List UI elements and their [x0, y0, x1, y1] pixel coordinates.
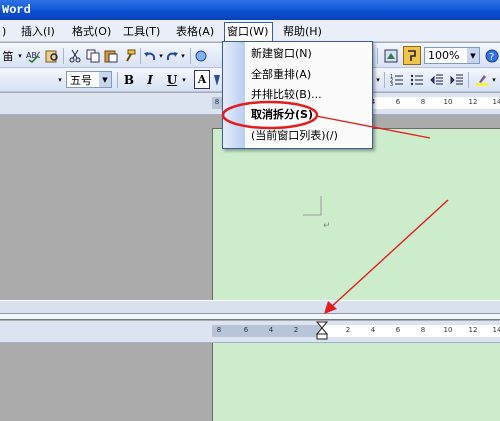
ruler-tick-label: 6 — [395, 326, 401, 334]
underline-button[interactable]: U — [165, 71, 179, 89]
window-menu-dropdown: 新建窗口(N) 全部重排(A) 并排比较(B)... 取消拆分(S) (当前窗口… — [222, 41, 373, 149]
svg-text:ABC: ABC — [26, 51, 40, 60]
undo-icon[interactable] — [143, 47, 157, 65]
dropdown-arrow-icon[interactable]: ▾ — [16, 47, 24, 65]
redo-icon[interactable] — [165, 47, 179, 65]
zoom-combo[interactable]: 100% ▼ — [424, 47, 480, 64]
horizontal-ruler-bottom[interactable]: 8 6 4 2 2 4 6 8 10 12 14 — [0, 321, 500, 343]
bullets-icon[interactable] — [409, 71, 425, 89]
window-title: Word — [2, 3, 31, 17]
italic-button[interactable]: I — [143, 71, 157, 89]
ruler-tick-label: 14 — [492, 98, 500, 106]
menu-format[interactable]: 格式(O) — [70, 23, 113, 40]
svg-text:3: 3 — [390, 82, 393, 87]
svg-text:?: ? — [489, 52, 494, 63]
menu-bar: ) 插入(I) 格式(O) 工具(T) 表格(A) 窗口(W) 帮助(H) — [0, 20, 500, 42]
chevron-down-icon[interactable]: ▼ — [467, 48, 479, 63]
help-icon[interactable]: ? — [484, 47, 500, 65]
title-bar: Word — [0, 0, 500, 20]
menu-insert[interactable]: 插入(I) — [19, 23, 57, 40]
indent-marker-icon[interactable] — [316, 321, 328, 341]
zoom-value: 100% — [428, 49, 460, 62]
paragraph-mark: ↵ — [323, 221, 331, 231]
ruler-tick-label: 8 — [216, 326, 222, 334]
cut-icon[interactable] — [67, 47, 83, 65]
ruler-tick-label: 10 — [443, 98, 453, 106]
menu-tools[interactable]: 工具(T) — [121, 23, 162, 40]
bold-button[interactable]: B — [122, 71, 136, 89]
spell-check-icon[interactable]: ABC — [25, 47, 41, 65]
ruler-tick-label: 8 — [214, 98, 220, 106]
menu-item-remove-split[interactable]: 取消拆分(S) — [251, 106, 313, 124]
ruler-tick-label: 8 — [420, 326, 426, 334]
doc-map-icon[interactable] — [403, 46, 421, 65]
undo-dropdown-icon[interactable]: ▾ — [157, 47, 165, 65]
menu-gutter — [223, 42, 245, 148]
menu-item-compare-side-by-side[interactable]: 并排比较(B)... — [251, 86, 322, 104]
font-size-value: 五号 — [70, 73, 92, 87]
numbering-icon[interactable]: 123 — [389, 71, 405, 89]
redo-dropdown-icon[interactable]: ▾ — [179, 47, 187, 65]
ruler-tick-label: 6 — [395, 98, 401, 106]
hyperlink-icon[interactable] — [194, 47, 208, 65]
ruler-tick-label: 8 — [420, 98, 426, 106]
ruler-tick-label: 14 — [492, 326, 500, 334]
ruler-tick-label: 4 — [268, 326, 274, 334]
underline-dropdown-icon[interactable]: ▾ — [180, 71, 188, 89]
menu-item-new-window[interactable]: 新建窗口(N) — [251, 45, 312, 63]
menu-window[interactable]: 窗口(W) — [224, 22, 273, 42]
increase-indent-icon[interactable] — [449, 71, 465, 89]
menu-item-window-list[interactable]: (当前窗口列表)(/) — [251, 127, 338, 145]
menu-edit[interactable]: ) — [0, 23, 8, 40]
research-icon[interactable] — [44, 47, 60, 65]
toolbar-glyph[interactable]: 笛 — [0, 47, 16, 65]
chevron-down-icon[interactable]: ▼ — [99, 72, 111, 87]
split-bar[interactable] — [0, 300, 500, 314]
font-dropdown-arrow-icon[interactable]: ▾ — [56, 71, 64, 89]
format-painter-icon[interactable] — [121, 47, 137, 65]
split-divider[interactable] — [0, 314, 500, 320]
ruler-tick-label: 12 — [468, 326, 478, 334]
highlight-dropdown-icon[interactable]: ▾ — [490, 71, 498, 89]
highlight-icon[interactable] — [474, 71, 490, 89]
font-size-combo[interactable]: 五号 ▼ — [66, 71, 112, 88]
margin-corner-mark — [303, 196, 322, 216]
ruler-tick-label: 6 — [243, 326, 249, 334]
drawing-icon[interactable] — [383, 47, 399, 65]
document-page-bottom[interactable] — [212, 343, 500, 421]
document-page-top[interactable]: ↵ — [212, 128, 500, 300]
ruler-tick-label: 4 — [370, 326, 376, 334]
menu-help[interactable]: 帮助(H) — [281, 23, 324, 40]
more-formatting-icon[interactable] — [212, 71, 222, 89]
font-color-button[interactable]: A — [194, 70, 210, 89]
style-dropdown-icon[interactable]: ▾ — [374, 71, 382, 89]
ruler-tick-label: 2 — [345, 326, 351, 334]
menu-table[interactable]: 表格(A) — [174, 23, 216, 40]
copy-icon[interactable] — [85, 47, 101, 65]
decrease-indent-icon[interactable] — [429, 71, 445, 89]
paste-icon[interactable] — [103, 47, 119, 65]
menu-item-arrange-all[interactable]: 全部重排(A) — [251, 66, 311, 84]
ruler-tick-label: 10 — [443, 326, 453, 334]
ruler-tick-label: 2 — [293, 326, 299, 334]
ruler-tick-label: 12 — [468, 98, 478, 106]
